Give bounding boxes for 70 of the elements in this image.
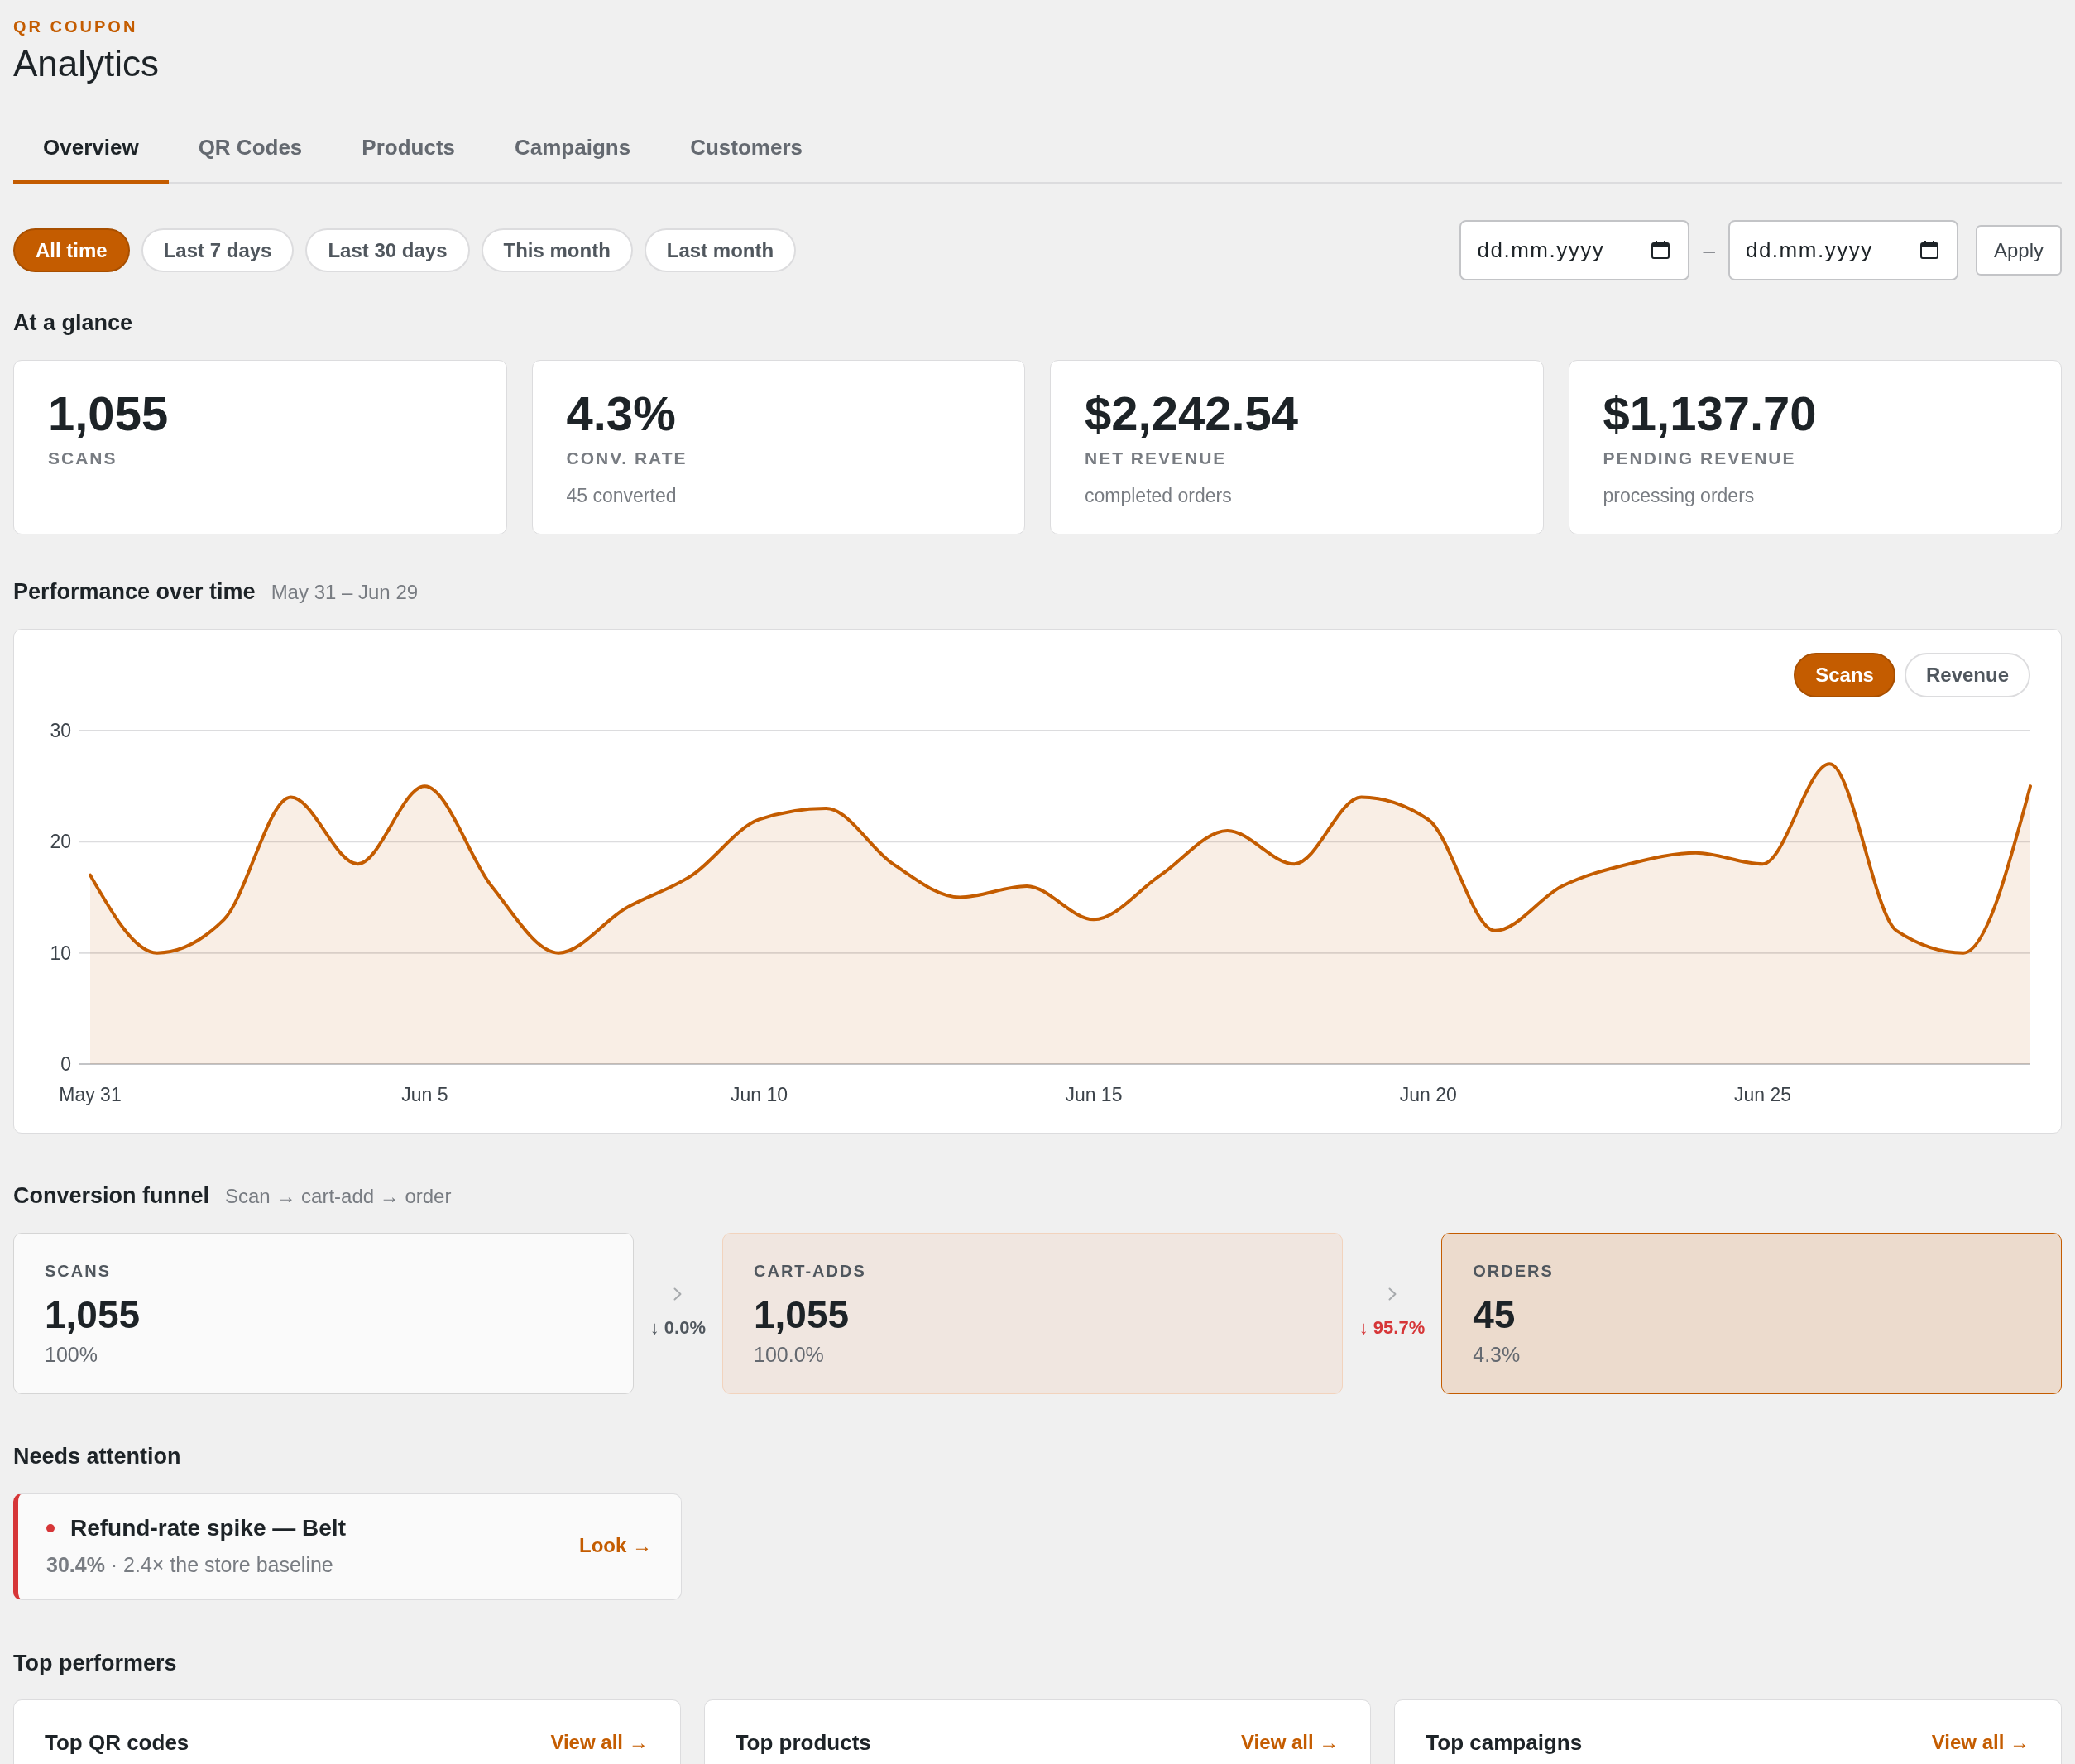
section-heading: Conversion funnel	[13, 1182, 209, 1210]
calendar-icon	[1651, 241, 1670, 259]
nav-tab[interactable]: Campaigns	[485, 108, 661, 184]
alert-title: Refund-rate spike — Belt	[70, 1513, 346, 1542]
section-heading: Top performers	[13, 1650, 177, 1677]
stat-value: $1,137.70	[1603, 387, 1818, 440]
view-all-link[interactable]: View all →	[1931, 1728, 2029, 1757]
view-all-link[interactable]: View all →	[550, 1728, 649, 1757]
stat-value: 1,055	[48, 387, 170, 440]
apply-button[interactable]: Apply	[1975, 225, 2062, 276]
y-axis-label: 20	[50, 831, 71, 853]
stat-label: PENDING REVENUE	[1603, 448, 1797, 469]
nav-tab[interactable]: Overview	[13, 108, 169, 184]
funnel-stage-label: CART-ADDS	[754, 1261, 867, 1282]
look-link[interactable]: Look →	[579, 1532, 652, 1558]
x-axis-label: Jun 15	[1065, 1084, 1123, 1105]
metric-toggle[interactable]: Scans	[1794, 653, 1895, 697]
chevron-right-icon	[1387, 1287, 1397, 1301]
calendar-icon	[1919, 241, 1938, 259]
alert-detail: 30.4% · 2.4× the store baseline	[46, 1551, 334, 1577]
date-range-chip[interactable]: Last 30 days	[305, 228, 470, 272]
nav-tab[interactable]: QR Codes	[168, 108, 333, 184]
metric-toggle[interactable]: Revenue	[1904, 653, 2030, 697]
y-axis-label: 30	[50, 720, 71, 741]
funnel-stage-share: 100%	[45, 1342, 98, 1367]
card-title: Top QR codes	[45, 1729, 189, 1757]
date-range-chip[interactable]: All time	[13, 228, 130, 272]
drop-rate: ↓ 0.0%	[649, 1316, 706, 1340]
x-axis-label: Jun 5	[401, 1084, 448, 1105]
date-range-chip[interactable]: Last 7 days	[141, 228, 295, 272]
funnel-stage-share: 4.3%	[1473, 1342, 1522, 1367]
date-separator: –	[1703, 237, 1715, 264]
stat-value: 4.3%	[566, 387, 677, 440]
stat-label: CONV. RATE	[566, 448, 688, 469]
view-all-link[interactable]: View all →	[1241, 1728, 1339, 1757]
y-axis-label: 0	[60, 1053, 71, 1075]
stat-value: $2,242.54	[1085, 387, 1300, 440]
date-range-chip[interactable]: This month	[481, 228, 633, 272]
section-heading: Needs attention	[13, 1443, 181, 1470]
funnel-stage-label: SCANS	[45, 1261, 112, 1282]
start-date-field[interactable]: dd.mm.yyyy	[1459, 220, 1690, 280]
stat-note: processing orders	[1603, 484, 1756, 507]
funnel-stage-label: ORDERS	[1473, 1261, 1555, 1282]
x-axis-label: May 31	[59, 1084, 122, 1105]
chevron-right-icon	[673, 1287, 683, 1301]
funnel-stage-value: 45	[1473, 1293, 1517, 1336]
section-heading: At a glance	[13, 309, 133, 337]
stat-label: SCANS	[48, 448, 118, 469]
x-axis-label: Jun 10	[731, 1084, 788, 1105]
funnel-stage-value: 1,055	[45, 1293, 141, 1336]
date-range-chip[interactable]: Last month	[644, 228, 797, 272]
nav-tab[interactable]: Products	[332, 108, 485, 184]
section-heading: Performance over time	[13, 578, 256, 606]
end-date-field[interactable]: dd.mm.yyyy	[1728, 220, 1958, 280]
page-title: Analytics	[13, 42, 160, 85]
card-title: Top products	[735, 1729, 871, 1757]
funnel-stage-share: 100.0%	[754, 1342, 825, 1367]
stat-note: completed orders	[1085, 484, 1233, 507]
stat-note: 45 converted	[566, 484, 678, 507]
y-axis-label: 10	[50, 942, 71, 964]
stat-label: NET REVENUE	[1085, 448, 1228, 469]
date-range-caption: May 31 – Jun 29	[271, 580, 419, 605]
funnel-stage-value: 1,055	[754, 1293, 851, 1336]
nav-tab[interactable]: Customers	[660, 108, 832, 184]
x-axis-label: Jun 25	[1734, 1084, 1792, 1105]
drop-rate: ↓ 95.7%	[1359, 1316, 1426, 1340]
funnel-caption: Scan → cart-add → order	[225, 1184, 452, 1209]
x-axis-label: Jun 20	[1399, 1084, 1457, 1105]
card-title: Top campaigns	[1426, 1729, 1583, 1757]
brand-label: QR COUPON	[13, 17, 138, 36]
